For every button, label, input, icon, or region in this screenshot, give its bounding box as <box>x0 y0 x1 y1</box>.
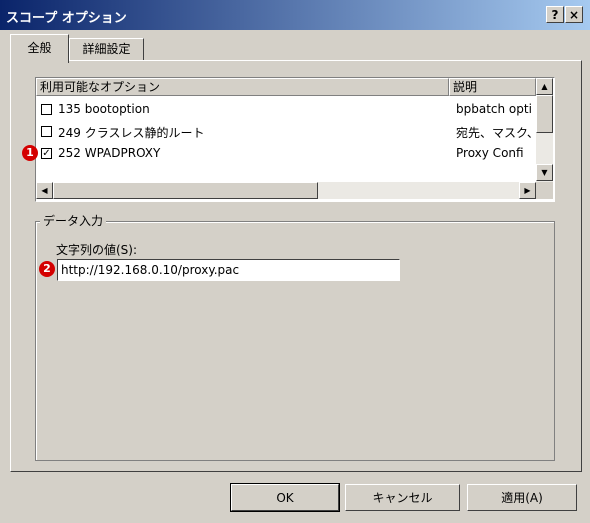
window-title: スコープ オプション <box>6 11 127 26</box>
option-description: Proxy Confi <box>456 146 524 160</box>
cancel-button[interactable]: キャンセル <box>345 484 460 511</box>
option-checkbox[interactable] <box>41 104 52 115</box>
close-button[interactable]: × <box>565 6 583 23</box>
list-item[interactable]: 249 クラスレス静的ルート 宛先、マスク、 <box>36 122 539 142</box>
option-name: 135 bootoption <box>58 102 150 116</box>
option-description: 宛先、マスク、 <box>456 126 539 140</box>
scroll-down-button[interactable]: ▼ <box>536 164 553 181</box>
string-value-label: 文字列の値(S): <box>56 243 138 257</box>
option-name: 252 WPADPROXY <box>58 146 161 160</box>
horizontal-scroll-thumb[interactable] <box>53 182 318 199</box>
vertical-scroll-thumb[interactable] <box>536 95 553 133</box>
string-value-input[interactable] <box>57 259 400 281</box>
scroll-up-button[interactable]: ▲ <box>536 78 553 95</box>
option-checkbox[interactable] <box>41 126 52 137</box>
tab-general[interactable]: 全般 <box>10 34 69 63</box>
title-bar: スコープ オプション ? × <box>0 0 590 30</box>
ok-button[interactable]: OK <box>230 483 340 512</box>
option-name: 249 クラスレス静的ルート <box>58 126 205 140</box>
scroll-left-button[interactable]: ◀ <box>36 182 53 199</box>
list-item[interactable]: 135 bootoption bpbatch opti <box>36 100 536 120</box>
apply-button[interactable]: 適用(A) <box>467 484 577 511</box>
option-description: bpbatch opti <box>456 102 532 116</box>
column-header-option[interactable]: 利用可能なオプション <box>36 78 449 96</box>
option-checkbox-checked[interactable]: ✓ <box>41 148 52 159</box>
options-list[interactable]: 利用可能なオプション 説明 135 bootoption bpbatch opt… <box>35 77 555 202</box>
tab-advanced[interactable]: 詳細設定 <box>69 38 144 60</box>
scroll-right-button[interactable]: ▶ <box>519 182 536 199</box>
data-entry-group-label: データ入力 <box>40 212 107 229</box>
help-button[interactable]: ? <box>546 6 564 23</box>
list-item[interactable]: ✓ 252 WPADPROXY Proxy Confi <box>36 144 536 164</box>
column-header-description[interactable]: 説明 <box>449 78 536 96</box>
scrollbar-corner <box>536 182 553 199</box>
annotation-badge-1: 1 <box>22 145 38 161</box>
annotation-badge-2: 2 <box>39 261 55 277</box>
